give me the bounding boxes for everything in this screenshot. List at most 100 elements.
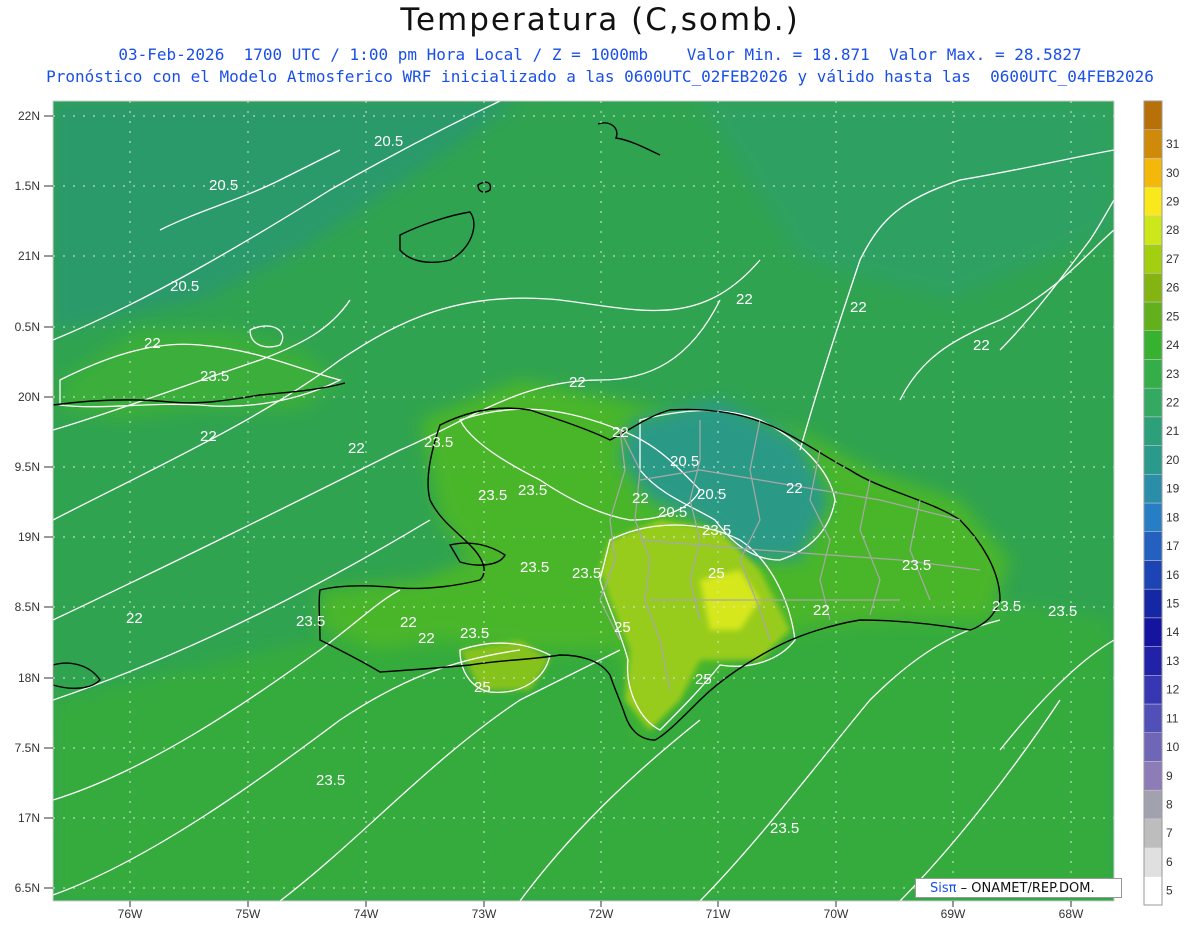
color-scale-swatch (1143, 100, 1163, 130)
color-scale-swatch (1143, 416, 1163, 446)
contour-label: 22 (850, 299, 867, 316)
color-scale-swatch (1143, 818, 1163, 848)
contour-label: 23.5 (200, 368, 229, 385)
color-scale-label: 14 (1166, 625, 1180, 639)
contour-label: 20.5 (697, 486, 726, 503)
color-scale-label: 13 (1166, 654, 1180, 668)
color-scale-swatch (1143, 560, 1163, 590)
contour-label: 20.5 (170, 278, 199, 295)
color-scale-swatch (1143, 129, 1163, 159)
contour-label: 22 (348, 440, 365, 457)
color-scale-label: 29 (1166, 195, 1180, 209)
lon-label: 74W (354, 907, 379, 921)
color-scale-swatch (1143, 646, 1163, 676)
lat-label: 17N (18, 811, 40, 825)
color-scale-swatch (1143, 789, 1163, 820)
color-scale-label: 24 (1166, 338, 1180, 352)
color-scale-swatch (1143, 186, 1163, 217)
contour-label: 22 (736, 291, 753, 308)
color-scale-label: 7 (1166, 826, 1173, 840)
contour-label: 22 (418, 630, 435, 647)
lon-label: 75W (236, 907, 261, 921)
color-scale-label: 31 (1166, 137, 1180, 151)
contour-label: 22 (144, 335, 161, 352)
contour-label: 23.5 (518, 482, 547, 499)
color-scale-swatch (1143, 273, 1163, 303)
contour-label: 22 (786, 480, 803, 497)
color-scale-bar (1143, 100, 1163, 906)
credit-separator: – (956, 881, 972, 896)
longitude-labels: 76W 75W 74W 73W 72W 71W 70W 69W 68W (118, 907, 1084, 921)
contour-label: 20.5 (209, 177, 238, 194)
color-scale-swatch (1143, 847, 1163, 877)
color-scale-label: 17 (1166, 539, 1180, 553)
lat-label: 8.5N (15, 600, 40, 614)
color-scale-label: 6 (1166, 855, 1173, 869)
color-scale-label: 18 (1166, 510, 1180, 524)
contour-label: 22 (632, 490, 649, 507)
contour-label: 23.5 (478, 487, 507, 504)
contour-label: 25 (614, 619, 631, 636)
contour-label: 20.5 (670, 453, 699, 470)
color-scale-label: 22 (1166, 396, 1180, 410)
color-scale-swatch (1143, 215, 1163, 245)
lon-label: 69W (941, 907, 966, 921)
contour-label: 23.5 (460, 625, 489, 642)
lat-label: 20N (18, 390, 40, 404)
contour-label: 22 (612, 424, 629, 441)
color-scale-swatch (1143, 502, 1163, 532)
lat-label: 18N (18, 671, 40, 685)
contour-label: 22 (400, 614, 417, 631)
lat-label: 0.5N (15, 320, 40, 334)
color-scale-label: 15 (1166, 597, 1180, 611)
color-scale-swatch (1143, 330, 1163, 360)
color-scale-labels: 5 6 7 8 9 10 11 12 13 14 15 16 17 18 19 20 21 22 23 24 25 26 2… (1166, 137, 1180, 898)
color-scale-swatch (1143, 703, 1163, 733)
contour-label: 23.5 (296, 613, 325, 630)
color-scale-label: 19 (1166, 482, 1180, 496)
contour-label: 22 (973, 337, 990, 354)
color-scale-label: 30 (1166, 166, 1180, 180)
lon-label: 71W (706, 907, 731, 921)
contour-label: 23.5 (520, 559, 549, 576)
color-scale-label: 23 (1166, 367, 1180, 381)
color-scale-label: 26 (1166, 281, 1180, 295)
temperature-field (53, 101, 1114, 901)
color-scale-swatch (1143, 244, 1163, 274)
color-scale-label: 11 (1166, 711, 1179, 725)
color-scale-swatch (1143, 732, 1163, 762)
color-scale-swatch (1143, 761, 1163, 791)
color-scale-swatch (1143, 588, 1163, 619)
contour-label: 23.5 (424, 434, 453, 451)
color-scale-swatch (1143, 158, 1163, 188)
lat-label: 22N (18, 109, 40, 123)
color-scale-label: 27 (1166, 252, 1180, 266)
contour-label: 20.5 (658, 504, 687, 521)
color-scale-label: 5 (1166, 884, 1173, 898)
lon-label: 73W (472, 907, 497, 921)
contour-label: 22 (813, 602, 830, 619)
lat-label: 19N (18, 530, 40, 544)
color-scale-label: 8 (1166, 798, 1173, 812)
contour-label: 22 (126, 610, 143, 627)
color-scale-swatch (1143, 445, 1163, 475)
sispi-logo: Sisπ (930, 881, 957, 896)
forecast-map: 20.5 20.5 20.5 22 23.5 22 22 22 22 22 22… (15, 100, 1180, 921)
lon-label: 72W (589, 907, 614, 921)
credit-text: ONAMET/REP.DOM. (971, 881, 1095, 896)
contour-label: 23.5 (902, 557, 931, 574)
longitude-ticks (129, 901, 1072, 907)
color-scale-label: 9 (1166, 769, 1173, 783)
lat-label: 7.5N (15, 741, 40, 755)
contour-label: 20.5 (374, 133, 403, 150)
contour-label: 25 (695, 671, 712, 688)
color-scale-label: 25 (1166, 309, 1180, 323)
lon-label: 76W (118, 907, 143, 921)
contour-label: 23.5 (702, 522, 731, 539)
color-scale-label: 10 (1166, 740, 1180, 754)
color-scale-label: 16 (1166, 568, 1180, 582)
lat-label: 21N (18, 249, 40, 263)
lon-label: 68W (1059, 907, 1084, 921)
color-scale-label: 28 (1166, 223, 1180, 237)
color-scale-label: 12 (1166, 683, 1180, 697)
